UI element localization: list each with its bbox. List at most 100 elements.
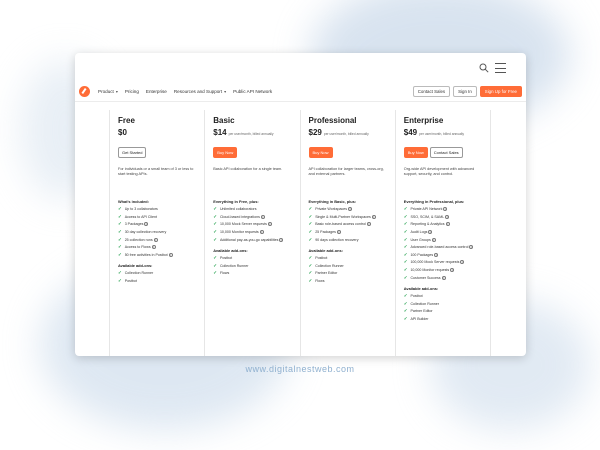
feature-label: Collection Runner bbox=[410, 301, 440, 306]
check-icon: ✓ bbox=[308, 270, 313, 276]
feature-item: ✓ Basic role-based access control i bbox=[308, 221, 387, 227]
feature-section-title: Everything in Professional, plus: bbox=[403, 199, 465, 204]
check-icon: ✓ bbox=[308, 221, 313, 227]
feature-item: ✓ Unlimited collaborators bbox=[213, 206, 291, 212]
info-icon[interactable]: i bbox=[428, 230, 433, 235]
feature-label: Basic role-based access control bbox=[315, 222, 366, 227]
check-icon: ✓ bbox=[403, 266, 408, 272]
feature-text: Postbot bbox=[315, 256, 327, 260]
browser-window: Product ▾ Pricing Enterprise Resources and S… bbox=[75, 53, 526, 356]
hamburger-menu-icon[interactable] bbox=[495, 63, 506, 73]
feature-item: ✓ 30 day collection recovery bbox=[118, 229, 196, 234]
buy-now-button[interactable]: Buy Now bbox=[213, 147, 238, 158]
info-icon[interactable]: i bbox=[434, 252, 439, 257]
check-icon: ✓ bbox=[403, 293, 408, 299]
feature-label: Postbot bbox=[219, 256, 233, 261]
feature-text: User Groups i bbox=[410, 237, 436, 242]
sign-in-button[interactable]: Sign In bbox=[453, 86, 477, 97]
plan-card-enterprise: Enterprise $49 per user/month, billed annu… bbox=[396, 110, 491, 356]
feature-label: Cloud-based integrations bbox=[219, 214, 260, 219]
check-icon: ✓ bbox=[118, 277, 122, 283]
feature-label: Unlimited collaborators bbox=[219, 207, 257, 212]
check-icon: ✓ bbox=[308, 236, 313, 242]
feature-text: Partner Editor bbox=[410, 309, 432, 313]
feature-text: Unlimited collaborators bbox=[220, 207, 257, 211]
info-icon[interactable]: i bbox=[153, 237, 158, 242]
sign-up-button[interactable]: Sign Up for Free bbox=[479, 86, 522, 97]
nav-item-product[interactable]: Product ▾ bbox=[98, 89, 118, 94]
info-icon[interactable]: i bbox=[336, 230, 341, 235]
feature-item: ✓ 100 Packages i bbox=[404, 252, 482, 257]
info-icon[interactable]: i bbox=[371, 214, 376, 219]
feature-text: Postbot bbox=[410, 294, 422, 298]
feature-text: Cloud-based integrations i bbox=[220, 215, 265, 219]
nav-item-enterprise[interactable]: Enterprise bbox=[146, 89, 167, 94]
nav-item-label: Resources and Support bbox=[173, 89, 223, 94]
feature-item: ✓ Flows bbox=[213, 270, 291, 275]
feature-text: 50 free activities in Postbot i bbox=[125, 253, 173, 257]
info-icon[interactable]: i bbox=[279, 237, 284, 242]
feature-item: ✓ Additional pay-as-you-go capabilities i bbox=[213, 237, 291, 242]
info-icon[interactable]: i bbox=[443, 207, 448, 212]
info-icon[interactable]: i bbox=[260, 214, 265, 219]
plan-buttons: Buy Now bbox=[213, 141, 291, 159]
nav-item-resources-and-support[interactable]: Resources and Support ▾ bbox=[174, 89, 226, 94]
get-started-button[interactable]: Get Started bbox=[118, 147, 147, 158]
plan-name: Enterprise bbox=[403, 116, 444, 125]
feature-item: ✓ Private API Network i bbox=[403, 206, 482, 212]
postman-logo[interactable] bbox=[79, 86, 90, 97]
feature-label: SSO, SCIM, & SAML bbox=[410, 214, 445, 219]
info-icon[interactable]: i bbox=[445, 222, 450, 227]
check-icon: ✓ bbox=[118, 213, 122, 219]
feature-text: Basic role-based access control i bbox=[315, 222, 371, 227]
feature-item: ✓ Postbot bbox=[213, 255, 291, 261]
search-icon[interactable] bbox=[479, 63, 489, 73]
info-icon[interactable]: i bbox=[431, 237, 436, 242]
check-icon: ✓ bbox=[403, 206, 408, 212]
check-icon: ✓ bbox=[403, 221, 408, 227]
pricing-plans: Free $0 Get Started For individuals or a sm… bbox=[109, 110, 491, 356]
check-icon: ✓ bbox=[118, 236, 122, 242]
feature-label: Collection Runner bbox=[124, 271, 154, 276]
info-icon[interactable]: i bbox=[259, 230, 264, 235]
top-strip bbox=[75, 53, 526, 82]
info-icon[interactable]: i bbox=[144, 222, 149, 227]
feature-text: Private API Network i bbox=[410, 207, 448, 212]
feature-label: Partner Editor bbox=[410, 309, 433, 314]
plan-price: $0 bbox=[118, 128, 196, 137]
check-icon: ✓ bbox=[213, 206, 217, 212]
contact-sales-button[interactable]: Contact Sales bbox=[429, 147, 463, 158]
info-icon[interactable]: i bbox=[460, 260, 465, 265]
buy-now-button[interactable]: Buy Now bbox=[403, 147, 428, 158]
contact-sales-button[interactable]: Contact Sales bbox=[412, 86, 451, 97]
plan-price: $29 per user/month, billed annually bbox=[309, 128, 387, 137]
feature-section-title: Available add-ons: bbox=[403, 285, 439, 291]
buy-now-button[interactable]: Buy Now bbox=[308, 147, 333, 158]
info-icon[interactable]: i bbox=[366, 222, 371, 227]
feature-text: 25 Packages i bbox=[315, 230, 341, 235]
info-icon[interactable]: i bbox=[469, 245, 474, 250]
info-icon[interactable]: i bbox=[441, 275, 446, 280]
info-icon[interactable]: i bbox=[168, 252, 173, 257]
feature-section-title: Everything in Free, plus: bbox=[213, 199, 259, 204]
feature-text: Collection Runner bbox=[410, 302, 439, 306]
check-icon: ✓ bbox=[308, 277, 313, 283]
feature-label: 10,000 Monitor requests bbox=[219, 229, 259, 234]
feature-label: Postbot bbox=[410, 294, 423, 299]
info-icon[interactable]: i bbox=[348, 207, 353, 212]
info-icon[interactable]: i bbox=[450, 267, 455, 272]
feature-item: ✓ User Groups i bbox=[404, 237, 482, 242]
info-icon[interactable]: i bbox=[445, 214, 450, 219]
info-icon[interactable]: i bbox=[267, 222, 272, 227]
nav-item-public-api-network[interactable]: Public API Network bbox=[233, 89, 272, 94]
feature-text: Private Workspaces i bbox=[315, 207, 353, 212]
feature-item: ✓ Collection Runner bbox=[404, 301, 482, 306]
feature-text: Single & Multi-Partner Workspaces i bbox=[315, 215, 376, 219]
info-icon[interactable]: i bbox=[151, 245, 156, 250]
feature-text: 3 Packages i bbox=[125, 222, 149, 227]
feature-item: ✓ Collection Runner bbox=[213, 263, 291, 268]
nav-item-pricing[interactable]: Pricing bbox=[125, 89, 139, 94]
plan-buttons: Buy Now Contact Sales bbox=[403, 141, 482, 159]
check-icon: ✓ bbox=[308, 213, 313, 219]
check-icon: ✓ bbox=[403, 308, 408, 314]
